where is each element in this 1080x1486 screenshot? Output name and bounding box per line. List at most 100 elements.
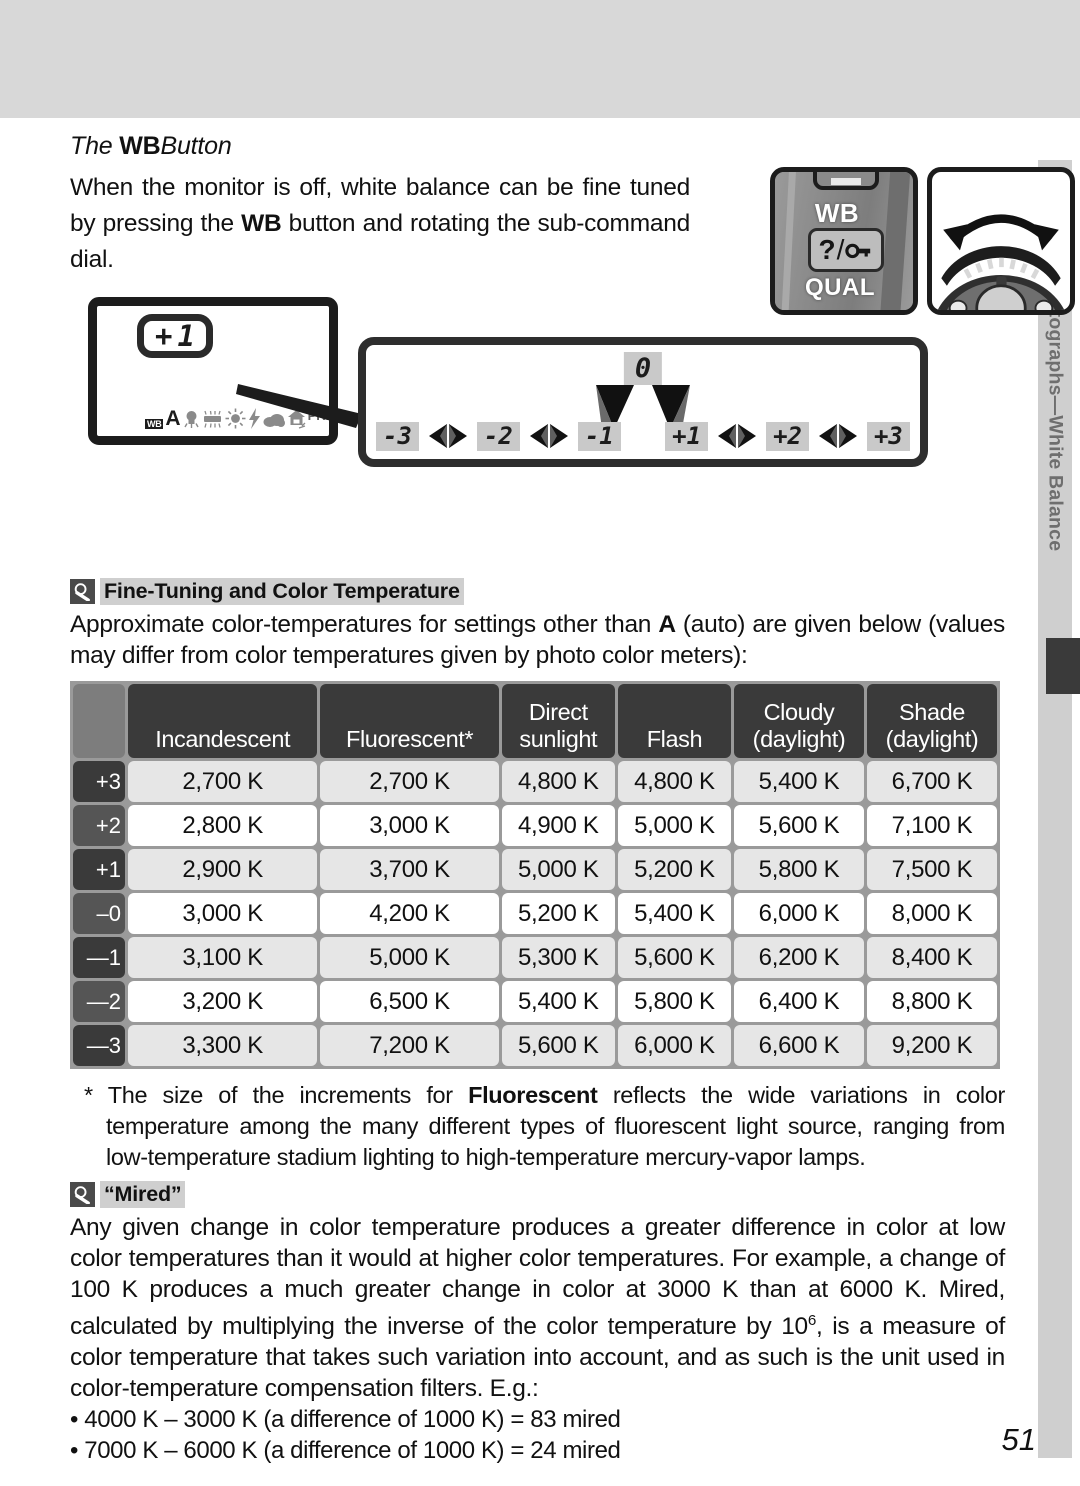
tip1-body-bold: A — [658, 611, 676, 638]
table-corner-cell — [73, 684, 125, 758]
scale-separator-icon — [718, 424, 757, 448]
lcd-panel-illustration: + 1 WB A PRE — [88, 297, 338, 445]
scale-tick-plus2: +2 — [766, 421, 809, 451]
cell-value: 7,200 K — [320, 1025, 499, 1066]
manual-page: Taking Photographs—White Balance The WBB… — [0, 0, 1080, 1486]
scale-separator-icon — [428, 424, 467, 448]
cell-value: 5,400 K — [617, 893, 731, 934]
cell-value: 9,200 K — [866, 1025, 997, 1066]
list-item: • 7000 K – 6000 K (a difference of 1000 … — [70, 1437, 621, 1465]
color-temperature-table: Incandescent Fluorescent* Direct sunlight… — [70, 681, 1000, 1069]
cell-value: 6,400 K — [733, 981, 864, 1022]
cell-value: 5,200 K — [501, 893, 615, 934]
scale-tick-plus3: +3 — [866, 421, 910, 451]
page-title: The WBButton — [70, 132, 1005, 161]
cell-value: 5,600 K — [501, 1025, 615, 1066]
fluorescent-icon — [203, 410, 221, 428]
table-col-fluorescent: Fluorescent* — [320, 684, 499, 758]
title-lead: The — [70, 132, 120, 160]
title-tail: Button — [160, 132, 232, 160]
cell-value: 7,500 K — [866, 849, 997, 890]
command-dial-icon — [937, 214, 1065, 310]
cell-value: 2,700 K — [128, 761, 318, 802]
sidebar-section-tab — [1046, 638, 1080, 694]
tip-title-fine-tuning: Fine-Tuning and Color Temperature — [100, 578, 464, 605]
cell-value: 2,900 K — [128, 849, 318, 890]
rotate-arrow-left — [943, 224, 968, 251]
intro-paragraph: When the monitor is off, white balance c… — [70, 170, 690, 278]
cell-value: 5,400 K — [501, 981, 615, 1022]
table-row: —1 3,100 K 5,000 K 5,300 K 5,600 K 6,200… — [73, 937, 997, 978]
table-col-direct-sunlight: Direct sunlight — [501, 684, 615, 758]
auto-a-label: A — [165, 407, 181, 431]
scale-tick-minus3: -3 — [376, 421, 419, 451]
magnifier-icon — [70, 1182, 95, 1207]
wb-badge-icon: WB — [145, 418, 164, 429]
tip2-body: Any given change in color temperature pr… — [70, 1212, 1005, 1404]
shade-icon — [287, 410, 306, 429]
cell-value: 6,600 K — [733, 1025, 864, 1066]
table-row: +1 2,900 K 3,700 K 5,000 K 5,200 K 5,800… — [73, 849, 997, 890]
pre-label: PRE — [307, 408, 335, 423]
table-footnote: * The size of the increments for Fluores… — [70, 1080, 1005, 1173]
row-label: —1 — [73, 937, 125, 978]
cell-value: 3,300 K — [128, 1025, 318, 1066]
cell-value: 6,000 K — [733, 893, 864, 934]
scale-tick-minus1: -1 — [577, 421, 621, 451]
mired-examples: • 4000 K – 3000 K (a difference of 1000 … — [70, 1404, 1005, 1466]
cell-value: 4,900 K — [501, 805, 615, 846]
wb-qual-key[interactable]: ? / — [808, 228, 884, 272]
table-header-row: Incandescent Fluorescent* Direct sunlight… — [73, 684, 997, 758]
cell-value: 4,800 K — [501, 761, 615, 802]
tip1-body: Approximate color-temperatures for setti… — [70, 609, 1005, 671]
cell-value: 3,000 K — [320, 805, 499, 846]
flash-icon — [248, 408, 260, 429]
scale-tick-plus1: +1 — [665, 421, 709, 451]
top-button-face — [831, 178, 861, 185]
lcd-value-digit: 1 — [177, 318, 195, 353]
cell-value: 5,300 K — [501, 937, 615, 978]
top-gray-band — [0, 0, 1080, 118]
cell-value: 3,700 K — [320, 849, 499, 890]
table-row: –0 3,000 K 4,200 K 5,200 K 5,400 K 6,000… — [73, 893, 997, 934]
intro-wb-bold: WB — [241, 210, 282, 237]
camera-illustrations: WB ? / QUAL — [770, 167, 1075, 315]
table-head: Incandescent Fluorescent* Direct sunlight… — [73, 684, 997, 758]
cell-value: 2,800 K — [128, 805, 318, 846]
cell-value: 5,200 K — [617, 849, 731, 890]
cell-value: 2,700 K — [320, 761, 499, 802]
cell-value: 7,100 K — [866, 805, 997, 846]
lock-icon — [845, 243, 871, 259]
scale-separator-icon — [529, 424, 568, 448]
cell-value: 5,800 K — [733, 849, 864, 890]
list-item: • 4000 K – 3000 K (a difference of 1000 … — [70, 1406, 621, 1434]
lcd-wb-icon-row: WB A PRE — [145, 408, 334, 429]
slash-label: / — [836, 234, 845, 265]
cell-value: 6,200 K — [733, 937, 864, 978]
cell-value: 8,400 K — [866, 937, 997, 978]
cell-value: 3,100 K — [128, 937, 318, 978]
cell-value: 3,200 K — [128, 981, 318, 1022]
tip-heading-mired: “Mired” — [70, 1181, 1005, 1208]
page-number: 51 — [1001, 1422, 1036, 1457]
cell-value: 8,800 K — [866, 981, 997, 1022]
row-label: –0 — [73, 893, 125, 934]
title-bold: WB — [119, 132, 161, 160]
cell-value: 6,700 K — [866, 761, 997, 802]
lcd-finetune-value: + 1 — [137, 314, 213, 358]
cell-value: 5,600 K — [617, 937, 731, 978]
question-mark-label: ? — [818, 234, 836, 265]
scale-tick-row: -3 -2 -1 0 +1 +2 +3 — [376, 421, 910, 451]
footnote-marker: * — [84, 1082, 93, 1108]
cell-value: 5,800 K — [617, 981, 731, 1022]
top-button-shape — [813, 172, 879, 190]
cell-value: 5,400 K — [733, 761, 864, 802]
cell-value: 6,500 K — [320, 981, 499, 1022]
tip-heading-fine-tuning: Fine-Tuning and Color Temperature — [70, 578, 1005, 605]
sub-command-dial-illustration — [927, 167, 1075, 315]
direct-sunlight-icon — [225, 408, 246, 429]
table-col-incandescent: Incandescent — [128, 684, 318, 758]
scale-tick-minus2: -2 — [476, 421, 520, 451]
table-col-flash: Flash — [617, 684, 731, 758]
cell-value: 5,600 K — [733, 805, 864, 846]
